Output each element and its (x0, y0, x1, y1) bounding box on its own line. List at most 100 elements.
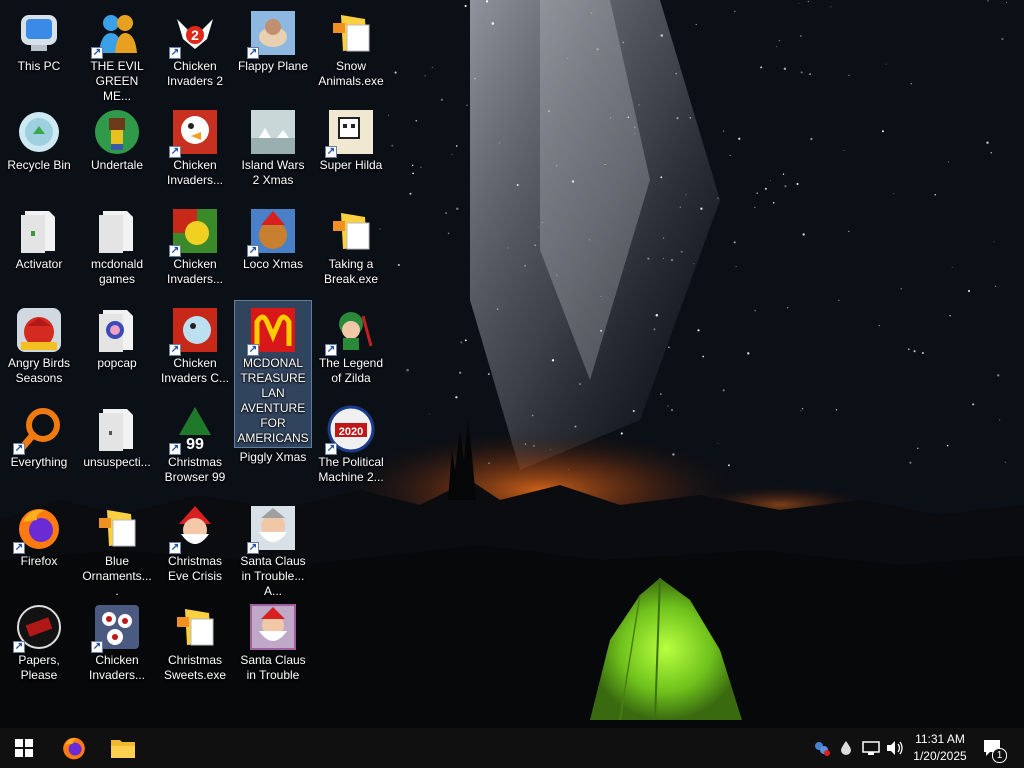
taking-a-break-shortcut[interactable]: Taking a Break.exe (313, 202, 389, 287)
icon-label: Everything (10, 455, 68, 469)
icon-label: Taking a Break.exe (323, 257, 379, 286)
icon-label: Loco Xmas (242, 257, 304, 271)
start-button[interactable] (0, 728, 48, 768)
icon-label: Chicken Invaders... (166, 257, 224, 286)
folder-icon (93, 405, 141, 453)
flappy-plane-icon: ↗ (247, 9, 297, 59)
chicken-invaders-shortcut-3[interactable]: ↗ Chicken Invaders... (157, 202, 233, 287)
shortcut-arrow-icon: ↗ (91, 47, 103, 59)
mcdonal-treasure-shortcut[interactable]: ↗ MCDONAL TREASURE LAN AVENTURE FOR AMER… (234, 300, 312, 448)
blue-ornaments-shortcut[interactable]: Blue Ornaments.... (79, 499, 155, 599)
chicken-invaders-2-shortcut[interactable]: 2 ↗ Chicken Invaders 2 (157, 4, 233, 89)
santa-claus-in-trouble-a-shortcut[interactable]: ↗ Santa Claus in Trouble... A... (235, 499, 311, 599)
icon-label: Chicken Invaders... (88, 653, 146, 682)
chicken-icon: ↗ (169, 306, 219, 356)
desktop: This PC Recycle Bin Activator Angry Bird… (0, 0, 1024, 728)
shortcut-arrow-icon: ↗ (13, 542, 25, 554)
christmas-tree-icon: 99 ↗ (169, 405, 219, 455)
icon-label: Chicken Invaders C... (160, 356, 230, 385)
icon-label: Snow Animals.exe (318, 59, 384, 88)
island-wars-icon (249, 108, 297, 156)
icon-label: The Political Machine 2... (318, 455, 384, 484)
recycle-bin-shortcut[interactable]: Recycle Bin (1, 103, 77, 173)
icon-label: THE EVIL GREEN ME... (90, 59, 144, 103)
snow-animals-shortcut[interactable]: Snow Animals.exe (313, 4, 389, 89)
installer-icon (327, 207, 375, 255)
undertale-icon (93, 108, 141, 156)
notification-count-badge: 1 (992, 748, 1007, 763)
teddy-bear-icon: ↗ (247, 207, 297, 257)
action-center-button[interactable]: 1 (978, 728, 1008, 768)
svg-text:2020: 2020 (339, 426, 363, 438)
tray-network-warning-icon[interactable] (812, 728, 832, 768)
papers-please-icon: ↗ (13, 603, 63, 653)
shortcut-arrow-icon: ↗ (169, 47, 181, 59)
taskbar-file-explorer-button[interactable] (99, 728, 147, 768)
shortcut-arrow-icon: ↗ (325, 344, 337, 356)
unsuspecting-folder[interactable]: unsuspecti... (79, 400, 155, 470)
popcap-folder[interactable]: popcap (79, 301, 155, 371)
evil-green-me-shortcut[interactable]: ↗ THE EVIL GREEN ME... (79, 4, 155, 104)
chicken-icon: ↗ (169, 207, 219, 257)
santa-icon: ↗ (247, 504, 297, 554)
shortcut-arrow-icon: ↗ (247, 47, 259, 59)
this-pc-shortcut[interactable]: This PC (1, 4, 77, 74)
super-hilda-icon: ↗ (325, 108, 375, 158)
shortcut-arrow-icon: ↗ (169, 344, 181, 356)
shortcut-arrow-icon: ↗ (169, 542, 181, 554)
piggly-xmas-shortcut[interactable]: Piggly Xmas (235, 448, 311, 465)
christmas-browser-99-shortcut[interactable]: 99 ↗ Christmas Browser 99 (157, 400, 233, 485)
chicken-invaders-c-shortcut[interactable]: ↗ Chicken Invaders C... (157, 301, 233, 386)
icon-label: Santa Claus in Trouble (240, 653, 306, 682)
icon-label: Chicken Invaders... (166, 158, 224, 187)
icon-label: Angry Birds Seasons (7, 356, 71, 385)
island-wars-2-xmas-shortcut[interactable]: Island Wars 2 Xmas (235, 103, 311, 188)
shortcut-arrow-icon: ↗ (13, 443, 25, 455)
magnifier-icon: ↗ (13, 405, 63, 455)
shortcut-arrow-icon: ↗ (325, 146, 337, 158)
super-hilda-shortcut[interactable]: ↗ Super Hilda (313, 103, 389, 173)
shortcut-arrow-icon: ↗ (91, 641, 103, 653)
shortcut-arrow-icon: ↗ (13, 641, 25, 653)
angry-bird-icon (15, 306, 63, 354)
icon-label: Christmas Sweets.exe (163, 653, 227, 682)
chicken-icon: 2 ↗ (169, 9, 219, 59)
firefox-shortcut[interactable]: ↗ Firefox (1, 499, 77, 569)
chicken-invaders-shortcut-2[interactable]: ↗ Chicken Invaders... (157, 103, 233, 188)
loco-xmas-shortcut[interactable]: ↗ Loco Xmas (235, 202, 311, 272)
taskbar-clock[interactable]: 11:31 AM 1/20/2025 (905, 731, 975, 765)
santa-icon (249, 603, 297, 651)
icon-label: This PC (17, 59, 61, 73)
shortcut-arrow-icon: ↗ (247, 245, 259, 257)
icon-label: Christmas Eve Crisis (167, 554, 222, 583)
mcdonald-games-folder[interactable]: mcdonald games (79, 202, 155, 287)
angry-birds-seasons-shortcut[interactable]: Angry Birds Seasons (1, 301, 77, 386)
folder-icon (15, 207, 63, 255)
icon-label: mcdonald games (90, 257, 144, 286)
activator-shortcut[interactable]: Activator (1, 202, 77, 272)
firefox-icon (63, 737, 85, 760)
computer-icon (15, 9, 63, 57)
christmas-sweets-shortcut[interactable]: Christmas Sweets.exe (157, 598, 233, 683)
recycle-bin-icon (15, 108, 63, 156)
volume-icon[interactable] (884, 728, 906, 768)
political-machine-shortcut[interactable]: 2020 ↗ The Political Machine 2... (313, 400, 389, 485)
installer-icon (93, 504, 141, 552)
icon-label: Super Hilda (319, 158, 383, 172)
everything-shortcut[interactable]: ↗ Everything (1, 400, 77, 470)
svg-text:2: 2 (191, 27, 199, 43)
water-drop-icon[interactable] (838, 728, 854, 768)
taskbar-firefox-button[interactable] (50, 728, 98, 768)
legend-of-zilda-shortcut[interactable]: ↗ The Legend of Zilda (313, 301, 389, 386)
christmas-eve-crisis-shortcut[interactable]: ↗ Christmas Eve Crisis (157, 499, 233, 584)
santa-claus-in-trouble-shortcut[interactable]: Santa Claus in Trouble (235, 598, 311, 683)
undertale-shortcut[interactable]: Undertale (79, 103, 155, 173)
installer-icon (327, 9, 375, 57)
flappy-plane-shortcut[interactable]: ↗ Flappy Plane (235, 4, 311, 74)
papers-please-shortcut[interactable]: ↗ Papers, Please (1, 598, 77, 683)
icon-label: Piggly Xmas (239, 450, 307, 464)
chicken-invaders-shortcut-4[interactable]: ↗ Chicken Invaders... (79, 598, 155, 683)
icon-label: MCDONAL TREASURE LAN AVENTURE FOR AMERIC… (237, 356, 309, 445)
network-icon[interactable] (860, 728, 882, 768)
icon-label: Activator (15, 257, 63, 271)
